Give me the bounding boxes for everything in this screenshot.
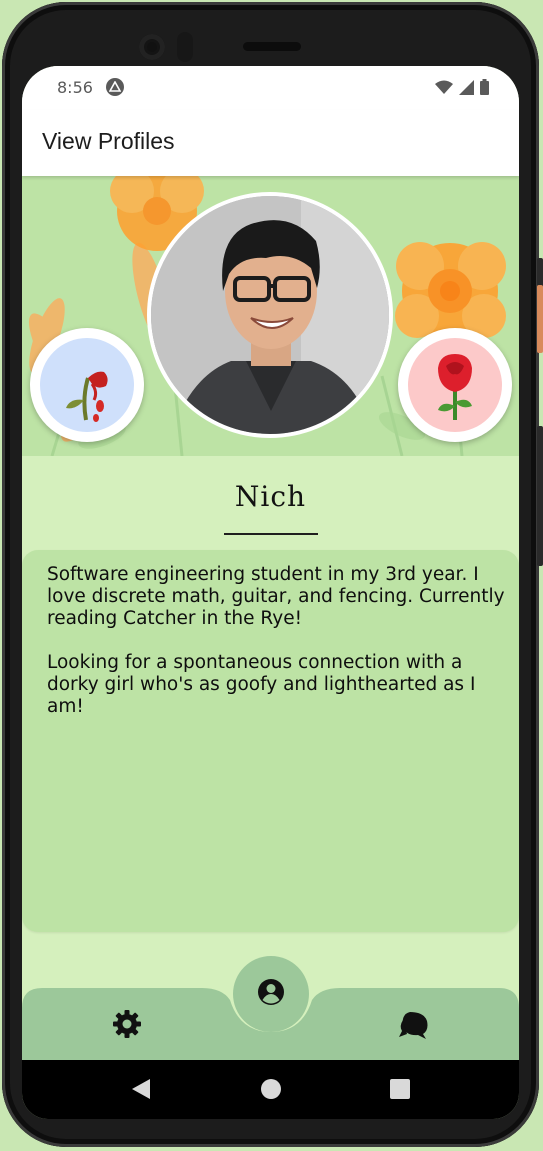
bio-card: Software engineering student in my 3rd y…: [22, 550, 519, 932]
profile-name: Nich: [234, 480, 307, 513]
dislike-button[interactable]: [30, 328, 144, 442]
chat-icon[interactable]: [398, 1008, 430, 1040]
side-button: [537, 258, 543, 288]
profile-nav-button[interactable]: [233, 956, 309, 1032]
rose-icon: [438, 354, 472, 420]
settings-icon[interactable]: [111, 1008, 143, 1040]
status-bar: 8:56: [22, 66, 519, 110]
back-icon[interactable]: [130, 1078, 152, 1100]
wilted-rose-icon: [66, 371, 108, 422]
front-camera: [139, 34, 165, 60]
profile-photo-image: [151, 196, 389, 434]
profile-icon: [258, 979, 284, 1005]
wifi-icon: [435, 80, 453, 94]
battery-icon: [480, 79, 489, 95]
app-screen: 8:56 View Profiles Nich Software enginee…: [22, 66, 519, 1119]
app-notification-icon: [106, 78, 124, 96]
profile-photo[interactable]: [147, 192, 393, 438]
like-button[interactable]: [398, 328, 512, 442]
power-button: [537, 285, 543, 353]
earpiece-speaker: [243, 42, 301, 51]
status-time: 8:56: [57, 78, 93, 97]
device-background: 8:56 View Profiles Nich Software enginee…: [0, 0, 543, 1151]
home-icon[interactable]: [260, 1078, 282, 1100]
name-divider: [224, 533, 318, 535]
bio-text: Software engineering student in my 3rd y…: [47, 564, 505, 717]
page-title: View Profiles: [42, 128, 175, 154]
system-navigation-bar: [22, 1060, 519, 1119]
cell-signal-icon: [459, 79, 474, 95]
volume-button: [537, 426, 543, 566]
recents-icon[interactable]: [389, 1078, 411, 1100]
status-icons: [435, 79, 489, 95]
app-bar: View Profiles: [22, 110, 519, 176]
camera-sensor: [177, 32, 193, 62]
